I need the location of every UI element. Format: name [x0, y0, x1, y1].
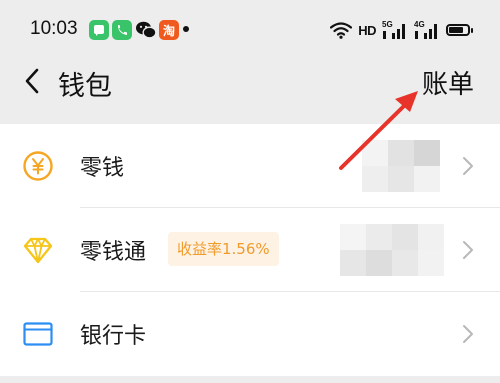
blurred-balance: [362, 140, 440, 192]
wifi-icon: [330, 22, 353, 39]
diamond-icon: [23, 237, 53, 264]
battery-level: [449, 27, 464, 33]
list-item-change-plus[interactable]: 零钱通 收益率1.56%: [0, 208, 500, 292]
battery-icon: [446, 24, 473, 36]
svg-text:淘: 淘: [163, 23, 175, 38]
list-item-change[interactable]: 零钱: [0, 124, 500, 208]
signal-icon: 4G: [414, 20, 440, 40]
item-label: 零钱: [80, 156, 125, 181]
messages-app-icon: [89, 20, 109, 40]
notification-dot: [183, 26, 189, 32]
bill-button[interactable]: 账单: [422, 64, 474, 101]
signal-icon: 5G: [382, 20, 408, 40]
phone-app-icon: [112, 20, 132, 40]
item-label: 零钱通: [80, 240, 147, 265]
status-indicators: HD 5G 4G: [330, 18, 473, 42]
network-label: HD: [358, 22, 376, 38]
yuan-coin-icon: [23, 151, 53, 181]
chevron-right-icon: [463, 241, 473, 259]
bank-card-icon: [23, 322, 53, 346]
item-label: 银行卡: [80, 324, 147, 349]
taobao-app-icon: 淘: [159, 20, 179, 40]
wechat-app-icon: [135, 20, 157, 40]
blurred-balance: [340, 224, 444, 276]
nav-bar: 钱包 账单: [0, 58, 500, 120]
status-time: 10:03: [30, 18, 78, 39]
yield-rate-badge: 收益率1.56%: [168, 232, 279, 266]
chevron-left-icon[interactable]: [20, 66, 46, 96]
chevron-right-icon: [463, 157, 473, 175]
chevron-right-icon: [463, 325, 473, 343]
bottom-divider: [0, 376, 500, 383]
status-bar: 10:03 淘 HD 5G 4G: [0, 0, 500, 58]
page-title: 钱包: [58, 71, 112, 102]
wallet-list: 零钱 零钱通 收益率1.56% 银行卡: [0, 124, 500, 376]
list-item-bank-card[interactable]: 银行卡: [0, 292, 500, 376]
